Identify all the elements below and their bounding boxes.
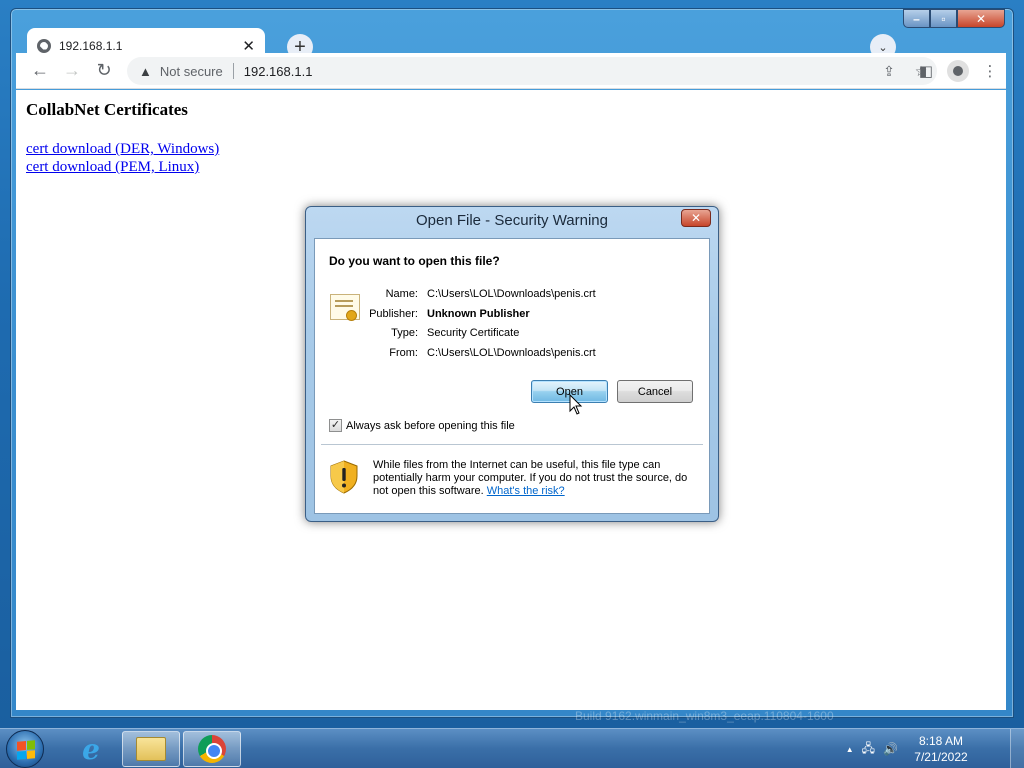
url-text[interactable]: 192.168.1.1 bbox=[244, 64, 873, 79]
tab-strip: 192.168.1.1 ✕ + ⌄ bbox=[25, 19, 1009, 63]
network-icon[interactable]: 🖧 bbox=[862, 739, 875, 760]
info-row: Name: C:\Users\LOL\Downloads\penis.crt bbox=[361, 288, 596, 308]
info-row: Type: Security Certificate bbox=[361, 327, 596, 347]
menu-kebab-icon[interactable]: ⋮ bbox=[974, 62, 1006, 80]
security-warning-dialog: Open File - Security Warning ✕ Do you wa… bbox=[305, 206, 719, 522]
internet-explorer-icon: e bbox=[82, 732, 100, 766]
info-label: Publisher: bbox=[369, 307, 418, 320]
share-icon[interactable]: ⇪ bbox=[873, 63, 905, 80]
tab-close-icon[interactable]: ✕ bbox=[242, 37, 255, 55]
build-watermark: Build 9162.winmain_win8m3_eeap.110804-16… bbox=[575, 709, 834, 723]
globe-icon bbox=[37, 38, 51, 53]
dialog-close-button[interactable]: ✕ bbox=[681, 209, 711, 227]
chrome-icon bbox=[198, 735, 226, 763]
link-der-windows[interactable]: cert download (DER, Windows) bbox=[26, 140, 996, 158]
system-tray: ▲ 🖧 🔊 8:18 AM 7/21/2022 bbox=[846, 729, 976, 768]
checkbox-label[interactable]: Always ask before opening this file bbox=[346, 420, 515, 432]
dialog-body: Do you want to open this file? Name: C:\… bbox=[314, 238, 710, 514]
folder-icon bbox=[136, 737, 166, 761]
reload-icon[interactable]: ↻ bbox=[88, 60, 120, 81]
browser-toolbar: ← → ↻ ▲ Not secure 192.168.1.1 ⇪ ☆ ◧ ⋮ bbox=[16, 53, 1006, 89]
info-row: From: C:\Users\LOL\Downloads\penis.crt bbox=[361, 346, 596, 367]
info-label: Name: bbox=[385, 288, 418, 300]
address-divider bbox=[232, 63, 234, 79]
clock-date: 7/21/2022 bbox=[914, 750, 968, 764]
address-bar[interactable]: ▲ Not secure 192.168.1.1 ⇪ ☆ bbox=[127, 57, 937, 85]
clock-time: 8:18 AM bbox=[918, 734, 964, 748]
show-desktop-button[interactable] bbox=[1010, 729, 1024, 768]
windows-logo-icon bbox=[17, 740, 35, 760]
security-label[interactable]: Not secure bbox=[160, 64, 223, 79]
taskbar-internet-explorer[interactable]: e bbox=[62, 731, 120, 767]
toolbar-right: ◧ ⋮ bbox=[910, 53, 1006, 89]
info-row: Publisher: Unknown Publisher bbox=[361, 308, 596, 328]
start-button[interactable] bbox=[6, 730, 44, 768]
divider bbox=[321, 444, 703, 445]
info-value: C:\Users\LOL\Downloads\penis.crt bbox=[427, 288, 596, 300]
shield-warning-icon bbox=[330, 460, 358, 494]
file-info: Name: C:\Users\LOL\Downloads\penis.crt P… bbox=[361, 288, 596, 366]
mouse-pointer-icon bbox=[569, 394, 583, 415]
info-value: C:\Users\LOL\Downloads\penis.crt bbox=[427, 346, 596, 359]
taskbar-file-explorer[interactable] bbox=[122, 731, 180, 767]
forward-icon[interactable]: → bbox=[56, 60, 88, 81]
clock[interactable]: 8:18 AM 7/21/2022 bbox=[906, 733, 976, 765]
info-value: Unknown Publisher bbox=[427, 307, 530, 320]
info-label: Type: bbox=[391, 327, 418, 339]
info-value: Security Certificate bbox=[427, 327, 520, 339]
checkbox-checked-icon[interactable]: ✓ bbox=[329, 419, 342, 432]
taskbar: e ▲ 🖧 🔊 8:18 AM 7/21/2022 bbox=[0, 728, 1024, 768]
profile-avatar-icon[interactable] bbox=[947, 60, 969, 82]
cancel-button[interactable]: Cancel bbox=[617, 380, 693, 403]
dialog-question: Do you want to open this file? bbox=[329, 254, 500, 268]
side-panel-icon[interactable]: ◧ bbox=[910, 62, 942, 80]
back-icon[interactable]: ← bbox=[24, 60, 56, 81]
link-pem-linux[interactable]: cert download (PEM, Linux) bbox=[26, 158, 996, 176]
certificate-icon bbox=[330, 294, 360, 321]
tray-overflow-icon[interactable]: ▲ bbox=[846, 745, 854, 754]
warning-icon[interactable]: ▲ bbox=[139, 64, 152, 79]
info-label: From: bbox=[389, 346, 418, 359]
tab-title: 192.168.1.1 bbox=[59, 38, 123, 53]
page-heading: CollabNet Certificates bbox=[26, 100, 188, 119]
whats-the-risk-link[interactable]: What's the risk? bbox=[487, 485, 565, 497]
always-ask-checkbox[interactable]: ✓ Always ask before opening this file bbox=[329, 419, 515, 432]
warning-message: While files from the Internet can be use… bbox=[373, 459, 703, 498]
dialog-title: Open File - Security Warning bbox=[415, 212, 608, 229]
volume-icon[interactable]: 🔊 bbox=[883, 742, 898, 756]
taskbar-chrome[interactable] bbox=[183, 731, 241, 767]
